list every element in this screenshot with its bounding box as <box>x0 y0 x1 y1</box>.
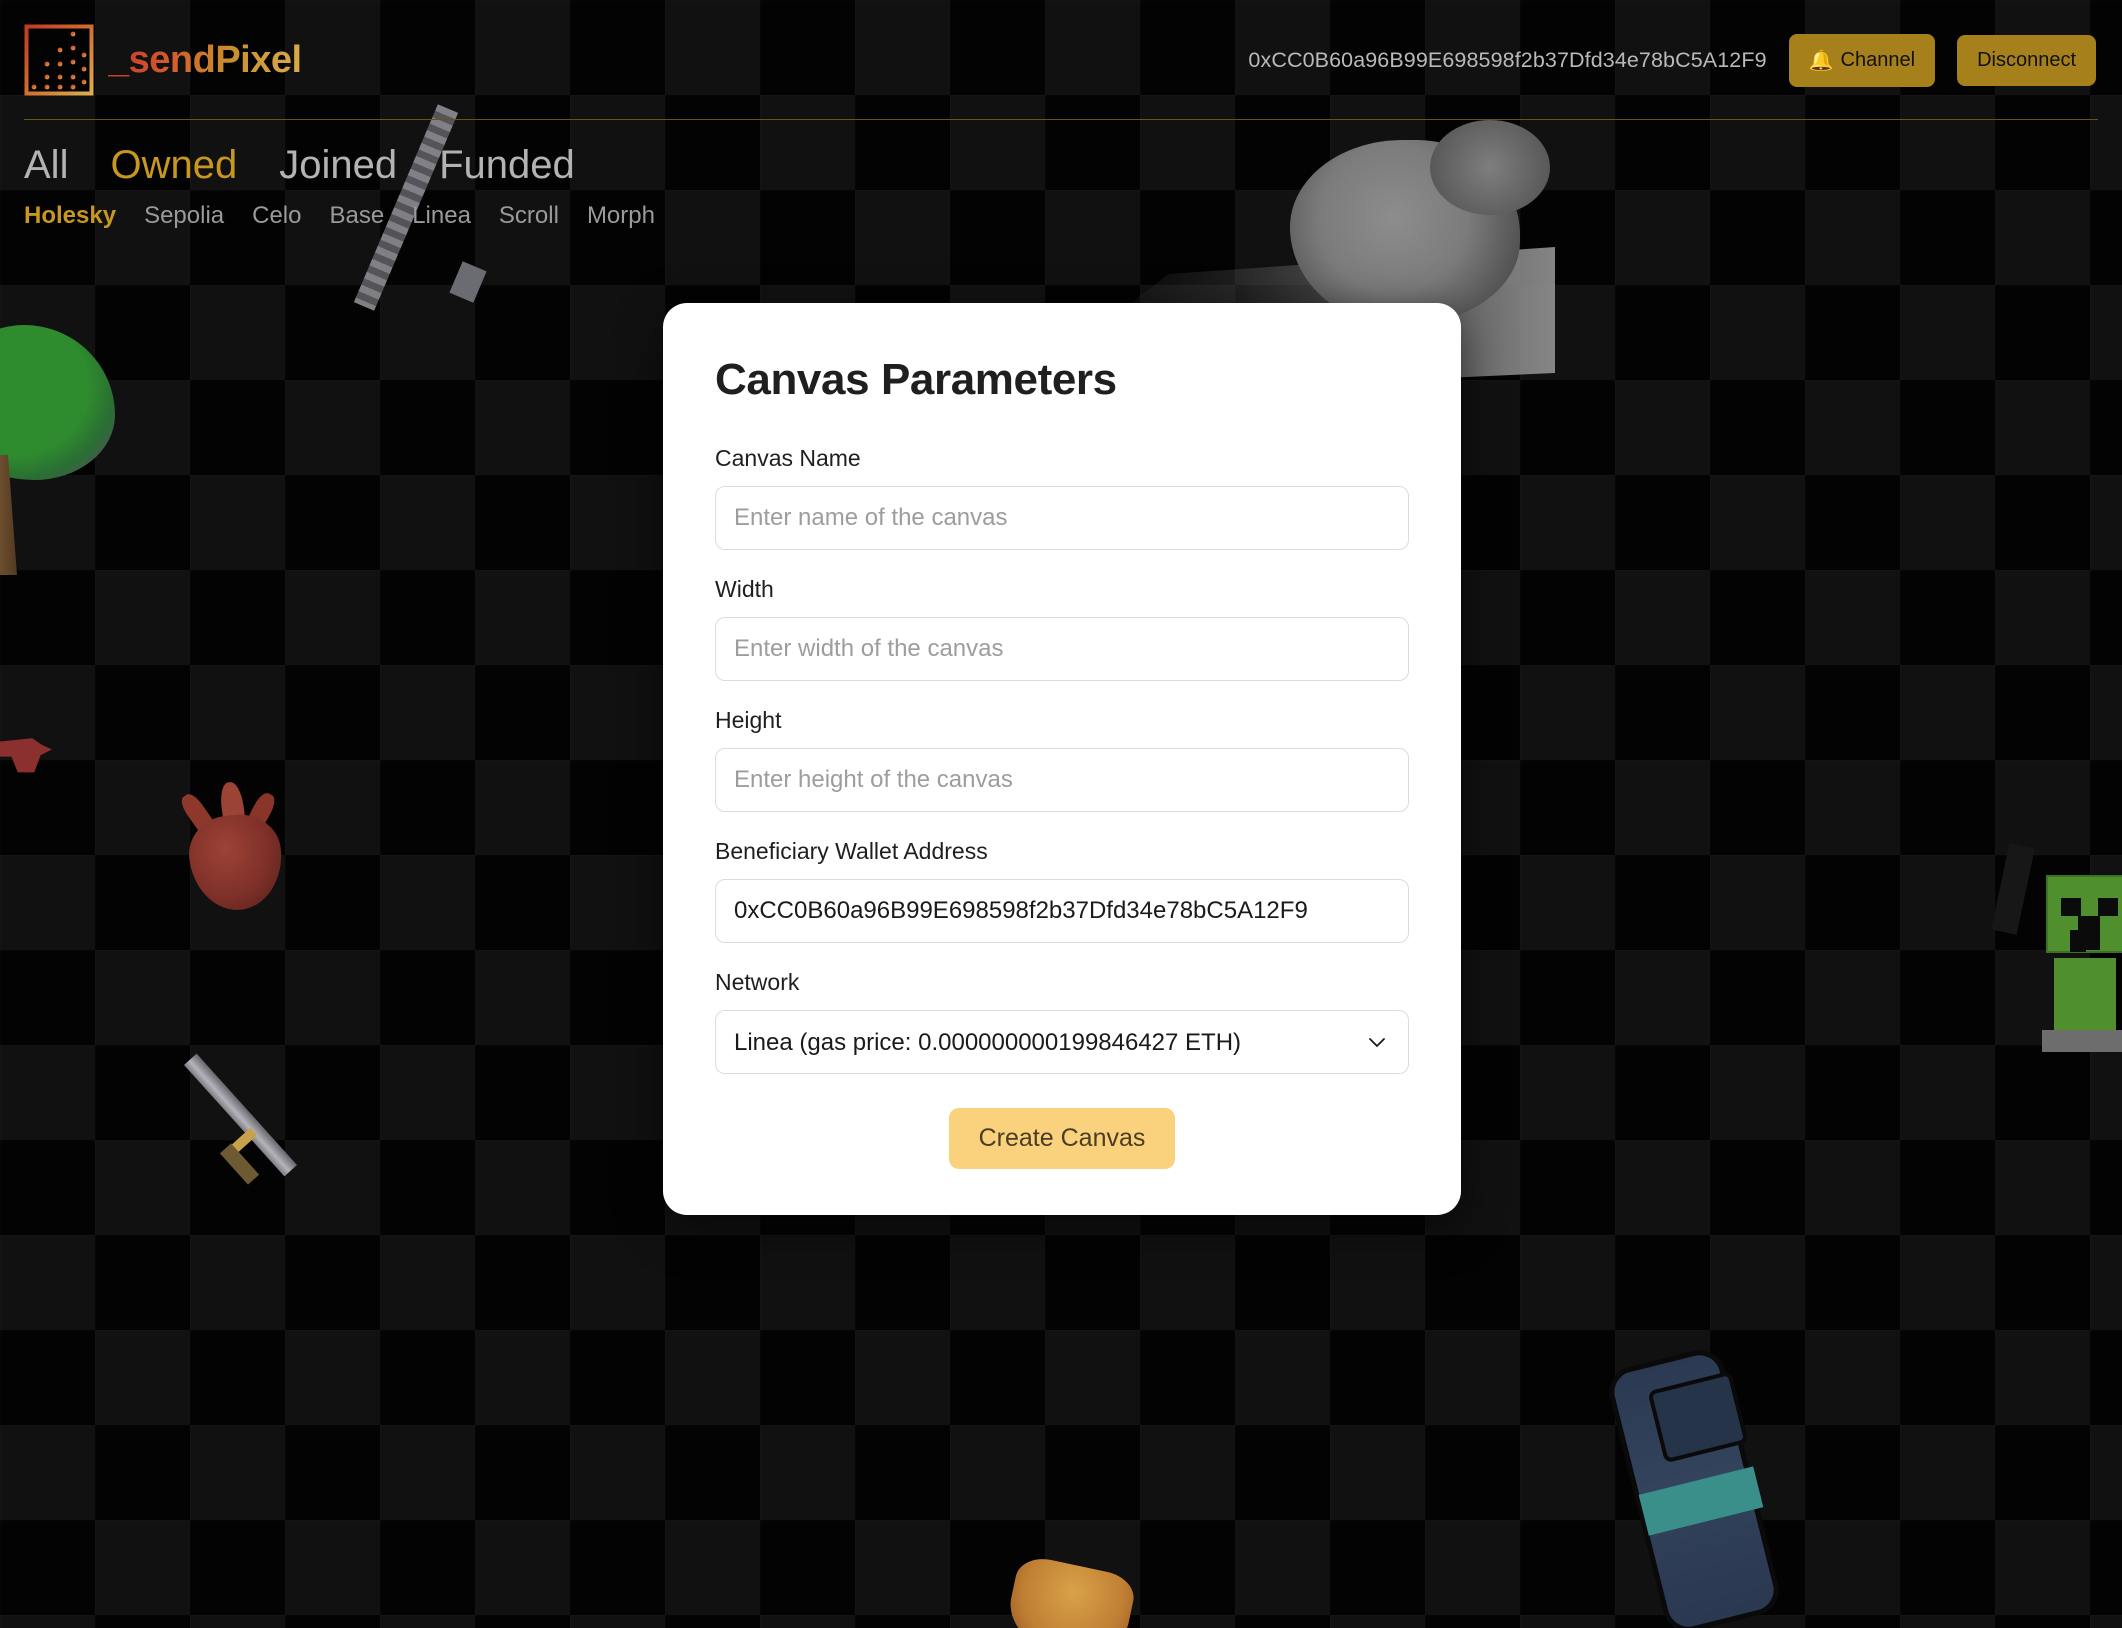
pixel-art-creeper-eye-left <box>2061 898 2081 916</box>
pixel-art-creeper-mouth-lower <box>2070 930 2086 952</box>
canvas-parameters-modal: Canvas Parameters Canvas Name Width Heig… <box>663 303 1461 1215</box>
network-tab-holesky[interactable]: Holesky <box>24 202 116 230</box>
width-label: Width <box>715 576 774 602</box>
pixel-art-creeper-body <box>2054 958 2116 1030</box>
pixel-grid-logo-icon <box>24 24 94 96</box>
network-tab-bar: Holesky Sepolia Celo Base Linea Scroll M… <box>0 188 2122 230</box>
network-tab-sepolia[interactable]: Sepolia <box>144 202 224 230</box>
network-tab-morph[interactable]: Morph <box>587 202 655 230</box>
beneficiary-wallet-label: Beneficiary Wallet Address <box>715 838 988 864</box>
main-tab-bar: All Owned Joined Funded <box>0 120 2122 188</box>
modal-title: Canvas Parameters <box>715 355 1117 404</box>
height-input[interactable] <box>715 748 1409 812</box>
modal-actions: Create Canvas <box>715 1108 1409 1169</box>
beneficiary-wallet-input[interactable] <box>715 879 1409 943</box>
channel-button[interactable]: 🔔 Channel <box>1788 33 1936 87</box>
height-label: Height <box>715 707 782 733</box>
tab-funded[interactable]: Funded <box>439 142 575 188</box>
network-tab-scroll[interactable]: Scroll <box>499 202 559 230</box>
network-label: Network <box>715 969 800 995</box>
disconnect-button[interactable]: Disconnect <box>1957 34 2096 86</box>
app-header: _sendPixel 0xCC0B60a96B99E698598f2b37Dfd… <box>0 0 2122 120</box>
brand-logo[interactable]: _sendPixel <box>24 24 302 96</box>
network-select-wrap: Linea (gas price: 0.000000000199846427 E… <box>715 1010 1409 1074</box>
create-canvas-button[interactable]: Create Canvas <box>948 1108 1176 1169</box>
pixel-art-creeper-feet <box>2042 1030 2122 1052</box>
tab-all[interactable]: All <box>24 142 68 188</box>
network-select[interactable]: Linea (gas price: 0.000000000199846427 E… <box>715 1010 1409 1074</box>
field-network: Network Linea (gas price: 0.000000000199… <box>715 969 1409 1074</box>
network-tab-base[interactable]: Base <box>329 202 384 230</box>
network-tab-celo[interactable]: Celo <box>252 202 301 230</box>
width-input[interactable] <box>715 617 1409 681</box>
tab-joined[interactable]: Joined <box>279 142 397 188</box>
field-width: Width <box>715 576 1409 681</box>
tab-owned[interactable]: Owned <box>110 142 237 188</box>
field-beneficiary-wallet: Beneficiary Wallet Address <box>715 838 1409 943</box>
field-height: Height <box>715 707 1409 812</box>
channel-button-label: Channel <box>1840 48 1916 71</box>
pixel-art-creeper-eye-right <box>2098 898 2118 916</box>
canvas-name-label: Canvas Name <box>715 445 861 471</box>
network-tab-linea[interactable]: Linea <box>412 202 471 230</box>
app-root: _sendPixel 0xCC0B60a96B99E698598f2b37Dfd… <box>0 0 2122 1628</box>
canvas-name-input[interactable] <box>715 486 1409 550</box>
wallet-address-text: 0xCC0B60a96B99E698598f2b37Dfd34e78bC5A12… <box>1248 47 1767 72</box>
disconnect-button-label: Disconnect <box>1977 48 2076 71</box>
brand-name: _sendPixel <box>108 38 302 81</box>
bell-icon: 🔔 <box>1808 49 1834 72</box>
header-actions: 0xCC0B60a96B99E698598f2b37Dfd34e78bC5A12… <box>1248 33 2096 87</box>
field-canvas-name: Canvas Name <box>715 445 1409 550</box>
